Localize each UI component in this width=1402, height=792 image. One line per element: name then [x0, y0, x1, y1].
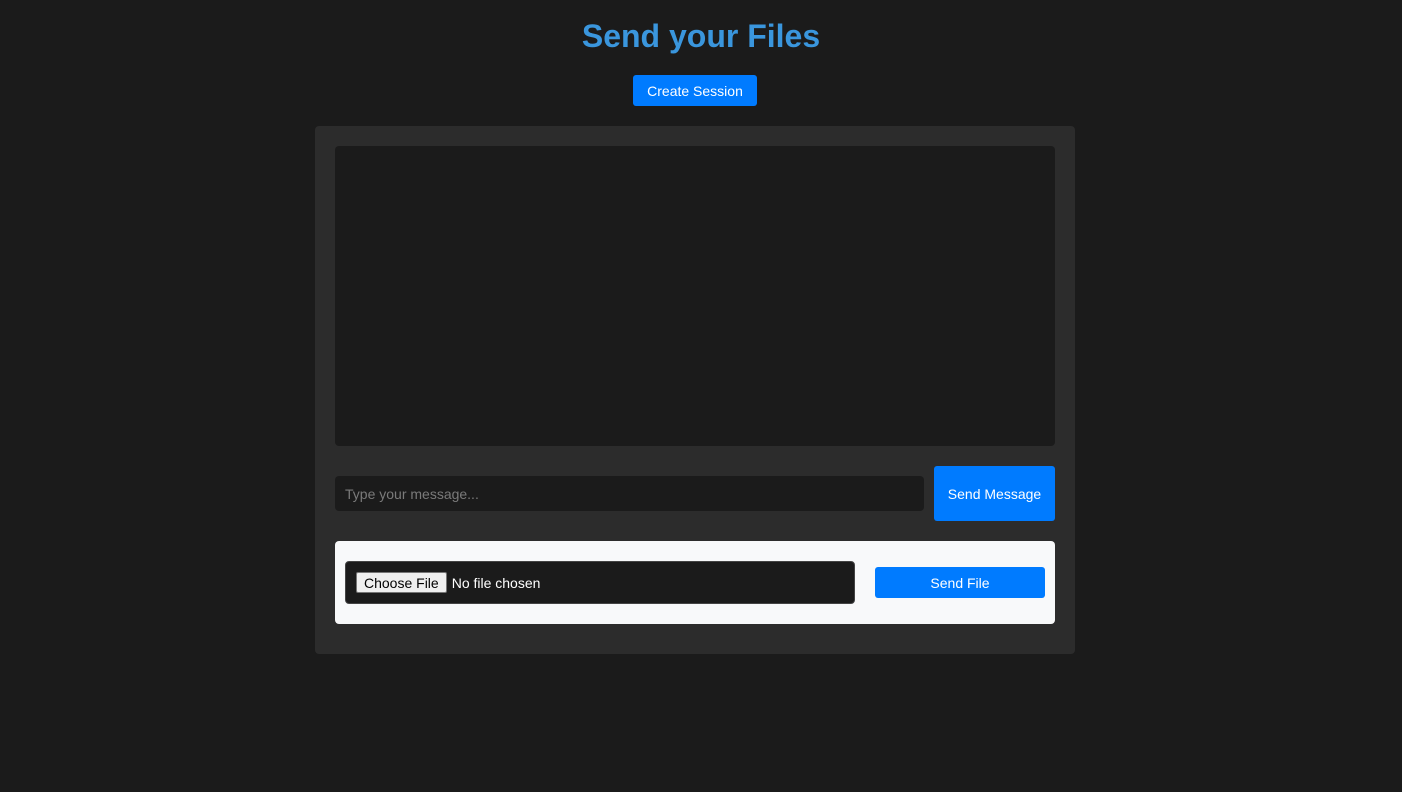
file-upload-section: Choose File No file chosen Send File: [335, 541, 1055, 624]
choose-file-button[interactable]: Choose File: [356, 572, 447, 593]
chat-messages-area[interactable]: [335, 146, 1055, 446]
create-session-button[interactable]: Create Session: [633, 75, 757, 106]
file-input[interactable]: Choose File No file chosen: [345, 561, 855, 604]
page: Send your Files Create Session Send Mess…: [0, 0, 1402, 792]
chat-panel: Send Message Choose File No file chosen …: [315, 126, 1075, 654]
page-title: Send your Files: [581, 18, 821, 54]
send-file-button[interactable]: Send File: [875, 567, 1045, 598]
send-message-button[interactable]: Send Message: [934, 466, 1055, 521]
file-status-text: No file chosen: [451, 574, 541, 591]
message-input[interactable]: [335, 476, 924, 511]
